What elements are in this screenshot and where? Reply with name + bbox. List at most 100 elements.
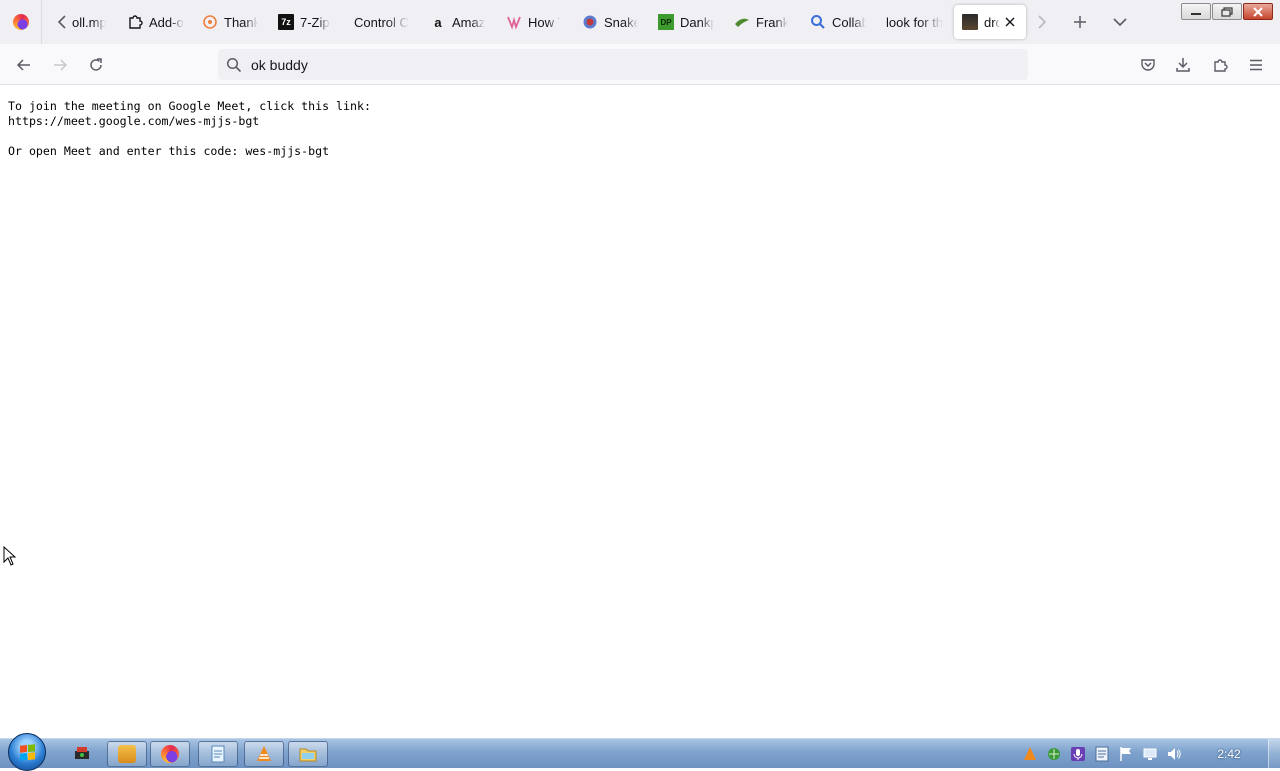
search-icon	[226, 57, 242, 73]
save-to-pocket-button[interactable]	[1135, 52, 1161, 78]
tab-label: Dankp	[680, 14, 714, 30]
taskbar-notepad[interactable]	[198, 741, 238, 767]
arrow-left-icon	[16, 59, 30, 71]
close-tab-button[interactable]	[1002, 14, 1018, 30]
taskbar-file-explorer[interactable]	[288, 741, 328, 767]
tab-snake[interactable]: Snake	[582, 5, 638, 39]
address-bar[interactable]	[218, 49, 1028, 80]
chevron-left-icon	[57, 15, 66, 29]
tab-how[interactable]: How T	[506, 5, 560, 39]
display-tray-icon[interactable]	[1142, 746, 1158, 762]
pocket-icon	[1141, 59, 1155, 71]
tab-add-ons[interactable]: Add-o	[127, 5, 185, 39]
folder-app-icon	[118, 745, 136, 763]
chevron-right-icon	[1038, 15, 1047, 29]
file-explorer-icon	[299, 748, 317, 762]
minimize-button[interactable]	[1181, 3, 1211, 20]
taskbar-firefox[interactable]	[150, 741, 190, 767]
page-thumbnail-icon	[962, 14, 978, 30]
scroll-tabs-left-button[interactable]	[50, 10, 74, 34]
back-button[interactable]	[11, 52, 37, 78]
tab-control-center[interactable]: Control C	[354, 5, 412, 39]
restore-button[interactable]	[1212, 3, 1242, 20]
action-center-flag-icon[interactable]	[1118, 746, 1134, 762]
app-icon	[75, 747, 89, 759]
plus-icon	[1074, 16, 1086, 28]
pointer-icon	[3, 545, 17, 566]
close-window-button[interactable]	[1243, 3, 1273, 20]
amazon-icon: a	[434, 14, 442, 30]
vlc-icon	[257, 746, 271, 761]
network-tray-icon[interactable]	[1046, 746, 1062, 762]
frank-icon	[734, 14, 750, 30]
downloads-button[interactable]	[1170, 52, 1196, 78]
tab-oll[interactable]: oll.mp	[72, 5, 106, 39]
minimize-icon	[1191, 12, 1201, 15]
scroll-tabs-right-button[interactable]	[1030, 10, 1054, 34]
tab-7zip[interactable]: 7z 7-Zip	[278, 5, 336, 39]
firefox-view-button[interactable]	[0, 0, 42, 44]
tab-label: Control C	[354, 14, 409, 30]
forward-button[interactable]	[47, 52, 73, 78]
extensions-button[interactable]	[1207, 52, 1233, 78]
application-menu-button[interactable]	[1243, 52, 1269, 78]
tab-label: Frank	[756, 14, 788, 30]
taskbar: 2:42	[0, 733, 1280, 771]
taskbar-vlc[interactable]	[244, 741, 284, 767]
tab-active[interactable]: dro	[954, 5, 1026, 39]
mouse-pointer	[3, 545, 17, 571]
firefox-icon	[161, 745, 179, 763]
list-all-tabs-button[interactable]	[1108, 10, 1132, 34]
tab-label: 7-Zip	[300, 14, 330, 30]
reload-button[interactable]	[83, 52, 109, 78]
tab-label: How T	[528, 14, 560, 30]
tab-label: oll.mp	[72, 14, 106, 30]
close-icon	[1253, 6, 1263, 17]
windows-logo-icon	[19, 743, 35, 761]
tab-collab[interactable]: Collab	[810, 5, 866, 39]
tab-label: look for th	[886, 14, 944, 30]
notepad-icon	[211, 745, 225, 763]
arrow-right-icon	[54, 59, 68, 71]
tab-label: Add-o	[149, 14, 184, 30]
tab-label: Amaz	[452, 14, 486, 30]
tab-dankpods[interactable]: DP Dankp	[658, 5, 714, 39]
taskbar-clock[interactable]: 2:42	[1200, 747, 1258, 761]
firefox-icon	[12, 14, 29, 30]
7zip-icon: 7z	[278, 14, 294, 30]
how-icon	[506, 14, 522, 30]
taskbar-folder-app[interactable]	[107, 741, 147, 767]
snake-icon	[582, 14, 598, 30]
puzzle-icon	[1214, 59, 1228, 72]
document-tray-icon[interactable]	[1094, 746, 1110, 762]
text-line: Or open Meet and enter this code: wes-mj…	[8, 144, 330, 158]
close-icon	[1005, 17, 1015, 27]
text-line	[8, 129, 371, 144]
tab-label: dro	[984, 14, 1000, 30]
tab-label: Snake	[604, 14, 638, 30]
tab-look-for[interactable]: look for th	[886, 5, 944, 39]
text-line: https://meet.google.com/wes-mjjs-bgt	[8, 114, 260, 128]
show-desktop-button[interactable]	[1268, 739, 1280, 769]
vlc-tray-icon[interactable]	[1022, 746, 1038, 762]
puzzle-icon	[127, 14, 143, 30]
volume-tray-icon[interactable]	[1166, 746, 1182, 762]
url-input[interactable]	[251, 56, 1011, 73]
taskbar-pinned-app[interactable]	[62, 741, 102, 767]
tab-thanks[interactable]: Thank	[202, 5, 258, 39]
navigation-toolbar	[0, 44, 1280, 85]
reload-icon	[90, 58, 102, 71]
new-tab-button[interactable]	[1068, 10, 1092, 34]
tab-frank[interactable]: Frank	[734, 5, 788, 39]
restore-icon	[1221, 6, 1233, 17]
tab-amazon[interactable]: a Amaz	[430, 5, 486, 39]
dankpods-icon: DP	[658, 14, 674, 30]
chevron-down-icon	[1113, 18, 1127, 27]
search-icon	[810, 14, 826, 30]
start-button[interactable]	[8, 733, 46, 771]
text-line: To join the meeting on Google Meet, clic…	[8, 99, 371, 113]
thanks-icon	[202, 14, 218, 30]
microphone-tray-icon[interactable]	[1070, 746, 1086, 762]
download-icon	[1176, 58, 1190, 72]
meeting-invite-text: To join the meeting on Google Meet, clic…	[8, 99, 371, 159]
